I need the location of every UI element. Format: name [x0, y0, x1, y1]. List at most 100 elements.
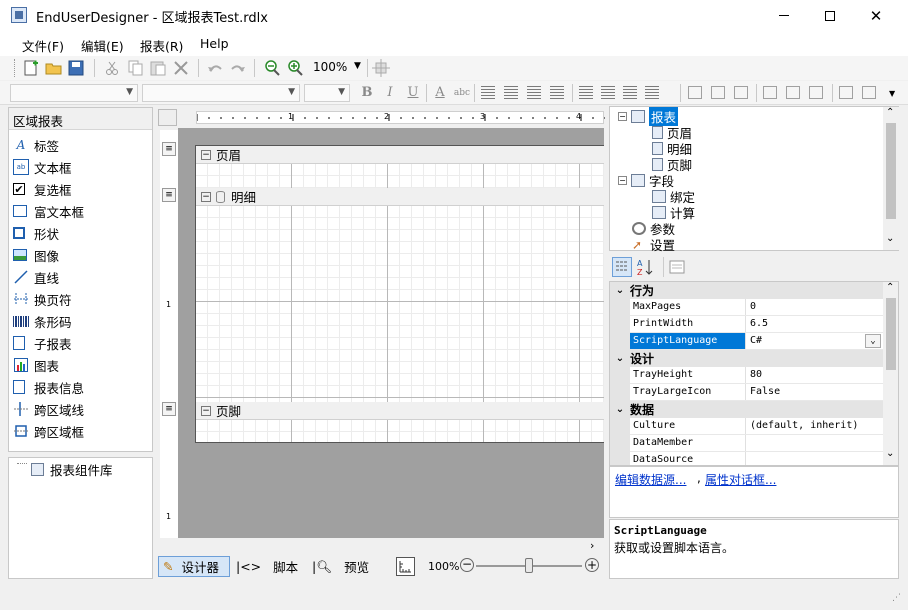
new-button[interactable]: [22, 59, 40, 77]
font-combo[interactable]: ▼: [142, 84, 300, 102]
property-row-traylargeicon[interactable]: TrayLargeIcon False: [610, 384, 883, 401]
open-button[interactable]: [45, 59, 63, 77]
zoom-slider-thumb[interactable]: [525, 558, 533, 573]
tab-script[interactable]: |<> 脚本: [236, 556, 298, 577]
align-center-icon[interactable]: [504, 86, 518, 99]
toolbox-item-image[interactable]: 图像: [13, 244, 149, 266]
minimize-button[interactable]: [761, 0, 807, 31]
tab-designer[interactable]: ✎ 设计器: [158, 556, 230, 577]
band-header-pagefooter[interactable]: − 页脚: [196, 402, 604, 420]
property-value[interactable]: C#: [747, 333, 883, 349]
scroll-right-icon[interactable]: ›: [590, 539, 594, 552]
numbered-list-icon[interactable]: [601, 86, 615, 99]
collapse-icon[interactable]: −: [618, 175, 627, 185]
toolbox-item-richtext[interactable]: 富文本框: [13, 200, 149, 222]
property-row-culture[interactable]: Culture (default, inherit): [610, 418, 883, 435]
toolbox-item-pagebreak[interactable]: 换页符: [13, 288, 149, 310]
align-lefts-icon[interactable]: [688, 86, 702, 99]
property-dialog-link[interactable]: 属性对话框...: [705, 471, 776, 488]
collapse-icon[interactable]: ⌄: [610, 404, 630, 415]
collapse-icon[interactable]: ⌄: [610, 353, 630, 364]
band-pagefooter-area[interactable]: [196, 420, 604, 442]
align-bottoms-icon[interactable]: [809, 86, 823, 99]
resize-grip-icon[interactable]: ⋰: [892, 593, 901, 603]
tree-scroll-thumb[interactable]: [886, 123, 896, 219]
property-row-datamember[interactable]: DataMember: [610, 435, 883, 452]
toolbar-overflow-icon[interactable]: ▼: [889, 89, 895, 98]
property-value[interactable]: (default, inherit): [747, 418, 883, 434]
toolbox-item-shape[interactable]: 形状: [13, 222, 149, 244]
toolbox-item-barcode[interactable]: 条形码: [13, 310, 149, 332]
close-button[interactable]: ✕: [853, 0, 899, 31]
categorized-button[interactable]: [612, 257, 632, 277]
scroll-down-icon[interactable]: ⌄: [886, 448, 894, 459]
collapse-icon[interactable]: −: [201, 191, 211, 202]
align-tops-icon[interactable]: [763, 86, 777, 99]
chevron-down-icon[interactable]: ⌄: [865, 334, 881, 348]
italic-button[interactable]: I: [381, 84, 399, 102]
menu-edit[interactable]: 编辑(E): [81, 36, 124, 55]
toolbox-item-subreport[interactable]: 子报表: [13, 332, 149, 354]
align-right-icon[interactable]: [527, 86, 541, 99]
category-data[interactable]: ⌄ 数据: [610, 401, 883, 418]
designer-horizontal-scrollbar[interactable]: ›: [178, 538, 604, 554]
collapse-icon[interactable]: −: [201, 405, 211, 416]
scroll-up-icon[interactable]: ⌃: [886, 282, 894, 293]
underline-button[interactable]: U: [404, 84, 422, 102]
fit-page-button[interactable]: [372, 59, 390, 77]
band-header-detail[interactable]: − 明细: [196, 188, 604, 206]
band-header-pageheader[interactable]: − 页眉: [196, 146, 604, 164]
font-size-combo[interactable]: ▼: [304, 84, 350, 102]
menu-report[interactable]: 报表(R): [140, 36, 183, 55]
zoom-out-button[interactable]: [263, 59, 281, 77]
alphabetical-button[interactable]: AZ: [635, 257, 655, 277]
scroll-up-icon[interactable]: ⌃: [886, 107, 894, 118]
property-row-datasource[interactable]: DataSource: [610, 452, 883, 465]
zoom-level-value[interactable]: 100%: [313, 60, 347, 74]
toolbox-item-checkbox[interactable]: ✔ 复选框: [13, 178, 149, 200]
property-value[interactable]: False: [747, 384, 883, 400]
indent-icon[interactable]: [645, 86, 659, 99]
tree-node-fields[interactable]: − 字段: [618, 172, 674, 189]
delete-button[interactable]: [172, 59, 190, 77]
menu-help[interactable]: Help: [200, 36, 229, 51]
property-row-maxpages[interactable]: MaxPages 0: [610, 299, 883, 316]
toolbox-item-line[interactable]: 直线: [13, 266, 149, 288]
tab-preview[interactable]: |🔍︎ 预览: [312, 556, 369, 577]
redo-button[interactable]: [229, 59, 247, 77]
undo-button[interactable]: [206, 59, 224, 77]
ruler-toggle-button[interactable]: [396, 557, 415, 576]
highlight-button[interactable]: abc: [453, 84, 471, 102]
category-design[interactable]: ⌄ 设计: [610, 350, 883, 367]
bold-button[interactable]: B: [358, 84, 376, 102]
band-resize-handle[interactable]: ≡: [162, 142, 176, 156]
collapse-icon[interactable]: −: [201, 149, 211, 160]
scroll-down-icon[interactable]: ⌄: [886, 233, 894, 244]
toolbox-item-chart[interactable]: 图表: [13, 354, 149, 376]
save-button[interactable]: [67, 59, 85, 77]
menu-file[interactable]: 文件(F): [22, 36, 64, 55]
cut-button[interactable]: [103, 59, 121, 77]
tree-scrollbar[interactable]: ⌃ ⌄: [883, 107, 899, 250]
band-resize-handle[interactable]: ≡: [162, 402, 176, 416]
property-pages-button[interactable]: [667, 257, 687, 277]
toolbox-item-textbox[interactable]: ab 文本框: [13, 156, 149, 178]
outdent-icon[interactable]: [623, 86, 637, 99]
same-width-icon[interactable]: [839, 86, 853, 99]
toolbox-item-crosssection-line[interactable]: 跨区域线: [13, 398, 149, 420]
property-value[interactable]: 80: [747, 367, 883, 383]
align-justify-icon[interactable]: [550, 86, 564, 99]
property-value[interactable]: [747, 435, 883, 451]
align-left-icon[interactable]: [481, 86, 495, 99]
paste-button[interactable]: [149, 59, 167, 77]
collapse-icon[interactable]: −: [618, 111, 627, 121]
property-scrollbar[interactable]: ⌃ ⌄: [883, 282, 898, 465]
font-color-button[interactable]: A: [431, 84, 449, 102]
copy-button[interactable]: [126, 59, 144, 77]
property-value[interactable]: 6.5: [747, 316, 883, 332]
align-middles-icon[interactable]: [786, 86, 800, 99]
library-item[interactable]: 报表组件库: [31, 458, 167, 480]
tree-node-settings[interactable]: ➚ 设置: [632, 236, 675, 253]
align-centers-icon[interactable]: [711, 86, 725, 99]
maximize-button[interactable]: [807, 0, 853, 31]
